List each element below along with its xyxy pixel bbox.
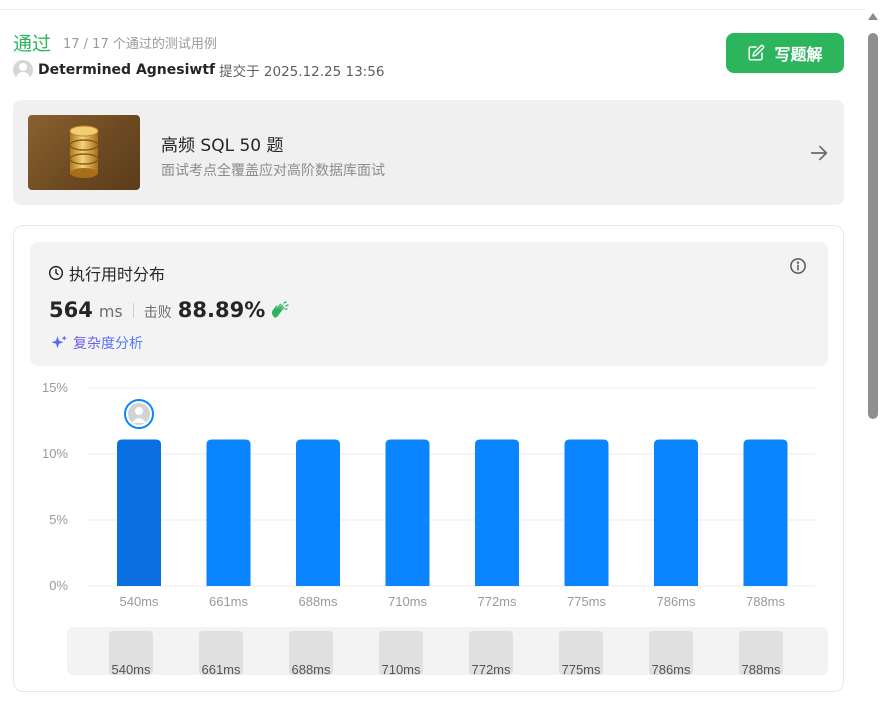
mini-bar-label: 775ms — [561, 662, 601, 677]
mini-bar-label: 710ms — [381, 662, 421, 677]
mini-bar-label: 540ms — [111, 662, 151, 677]
scrollbar[interactable] — [865, 10, 880, 713]
range-slider-mini-bars[interactable]: 540ms 661ms 688ms 710ms 772ms 775ms 786ms 788ms — [0, 0, 860, 700]
mini-bar-label: 661ms — [201, 662, 241, 677]
mini-bar-label: 786ms — [651, 662, 691, 677]
mini-bar-label: 688ms — [291, 662, 331, 677]
mini-bar-label: 772ms — [471, 662, 511, 677]
scroll-thumb[interactable] — [868, 33, 878, 419]
mini-bar-label: 788ms — [741, 662, 781, 677]
scroll-up-arrow-icon[interactable] — [868, 13, 878, 20]
